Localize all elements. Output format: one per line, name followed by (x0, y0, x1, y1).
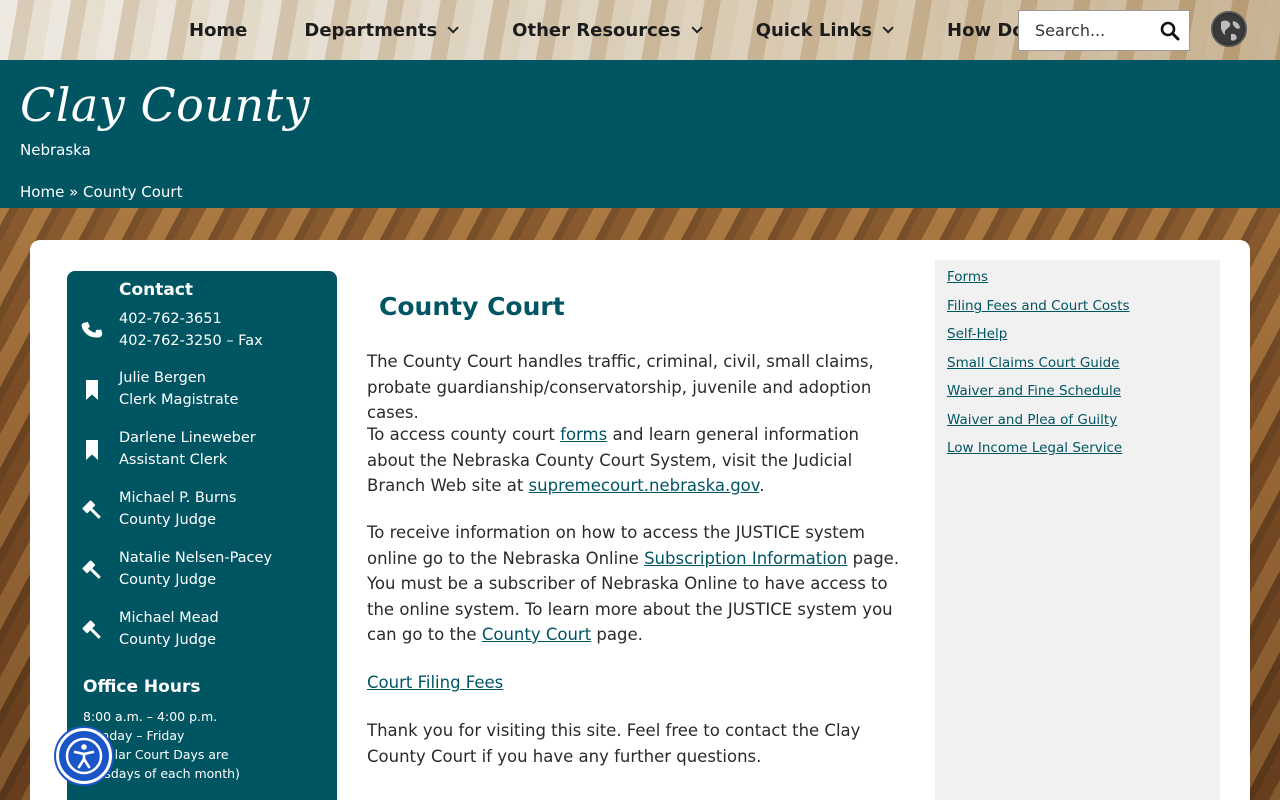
main-nav: Home Departments Other Resources Quick L… (170, 0, 1094, 60)
breadcrumb: Home » County Court (20, 183, 182, 201)
sidebar-link-small-claims[interactable]: Small Claims Court Guide (947, 355, 1119, 371)
contact-role: Assistant Clerk (119, 452, 228, 468)
search-icon[interactable] (1155, 16, 1185, 46)
contact-name: Michael P. Burns (119, 490, 237, 506)
hours-line: 8:00 a.m. – 4:00 p.m. (83, 709, 218, 724)
forms-link[interactable]: forms (560, 425, 607, 444)
nav-other-resources[interactable]: Other Resources (493, 19, 703, 41)
globe-icon[interactable] (1211, 11, 1247, 47)
bookmark-icon (81, 379, 103, 401)
breadcrumb-current: County Court (83, 183, 183, 201)
site-subtitle: Nebraska (20, 141, 91, 159)
court-filing-fees-link[interactable]: Court Filing Fees (367, 673, 503, 692)
contact-name: Michael Mead (119, 610, 219, 626)
contact-entry-text: Julie Bergen Clerk Magistrate (119, 367, 238, 411)
related-links-sidebar: Forms Filing Fees and Court Costs Self-H… (935, 260, 1220, 800)
breadcrumb-separator: » (69, 183, 79, 201)
nav-home-label: Home (189, 19, 248, 41)
search-box (1018, 10, 1190, 51)
contact-name: Julie Bergen (119, 370, 206, 386)
nav-departments[interactable]: Departments (285, 19, 459, 41)
accessibility-button[interactable] (56, 728, 112, 784)
supreme-court-link[interactable]: supremecourt.nebraska.gov (529, 476, 760, 495)
nav-other-resources-label: Other Resources (512, 19, 681, 41)
contact-entry-text: Darlene Lineweber Assistant Clerk (119, 427, 256, 471)
nav-quick-links[interactable]: Quick Links (737, 19, 894, 41)
accessibility-icon (65, 737, 103, 775)
chevron-down-icon (882, 22, 894, 34)
search-input[interactable] (1019, 21, 1155, 40)
nav-home[interactable]: Home (170, 20, 247, 41)
justice-paragraph: To receive information on how to access … (367, 520, 907, 648)
breadcrumb-home-link[interactable]: Home (20, 183, 64, 201)
paragraph-text: To access county court (367, 425, 561, 444)
contact-name: Natalie Nelsen-Pacey (119, 550, 273, 566)
contact-panel: Contact 402-762-3651 402-762-3250 – Fax … (67, 271, 337, 800)
gavel-icon (81, 499, 103, 521)
sidebar-link-waiver-plea[interactable]: Waiver and Plea of Guilty (947, 412, 1117, 428)
office-hours-title: Office Hours (83, 677, 201, 697)
nav-departments-label: Departments (304, 19, 438, 41)
subscription-info-link[interactable]: Subscription Information (644, 549, 847, 568)
forms-paragraph: To access county court forms and learn g… (367, 422, 907, 499)
page-title: County Court (379, 292, 565, 321)
contact-title: Contact (119, 280, 194, 300)
sidebar-link-forms[interactable]: Forms (947, 269, 988, 285)
intro-paragraph: The County Court handles traffic, crimin… (367, 352, 874, 422)
sidebar-link-filing-fees[interactable]: Filing Fees and Court Costs (947, 298, 1130, 314)
contact-role: County Judge (119, 632, 217, 648)
contact-entry-text: Natalie Nelsen-Pacey County Judge (119, 547, 272, 591)
court-filing-fees-paragraph: Court Filing Fees (367, 670, 907, 696)
phone-link[interactable]: 402-762-3651 (119, 311, 222, 327)
contact-role: Clerk Magistrate (119, 392, 239, 408)
contact-entry-text: Michael P. Burns County Judge (119, 487, 236, 531)
gavel-icon (81, 619, 103, 641)
contact-name: Darlene Lineweber (119, 430, 256, 446)
site-header: Clay County Nebraska Home » County Court (0, 60, 1280, 208)
sidebar-link-low-income[interactable]: Low Income Legal Service (947, 440, 1122, 456)
fax-text: 402-762-3250 – Fax (119, 333, 263, 349)
paragraph-text: . (759, 476, 765, 495)
county-court-link[interactable]: County Court (482, 625, 591, 644)
sidebar-link-self-help[interactable]: Self-Help (947, 326, 1007, 342)
nav-quick-links-label: Quick Links (755, 19, 873, 41)
site-title[interactable]: Clay County (20, 78, 310, 132)
contact-role: County Judge (119, 572, 217, 588)
bookmark-icon (81, 439, 103, 461)
gavel-icon (81, 559, 103, 581)
chevron-down-icon (447, 22, 459, 34)
contact-entry-text: Michael Mead County Judge (119, 607, 219, 651)
closing-paragraph: Thank you for visiting this site. Feel f… (367, 721, 861, 766)
sidebar-link-waiver-fine[interactable]: Waiver and Fine Schedule (947, 383, 1121, 399)
phone-icon (81, 319, 103, 341)
contact-role: County Judge (119, 512, 217, 528)
top-nav-bar: Home Departments Other Resources Quick L… (0, 0, 1280, 60)
chevron-down-icon (691, 22, 703, 34)
contact-entry-text: 402-762-3651 402-762-3250 – Fax (119, 308, 263, 352)
paragraph-text: page. (591, 625, 643, 644)
